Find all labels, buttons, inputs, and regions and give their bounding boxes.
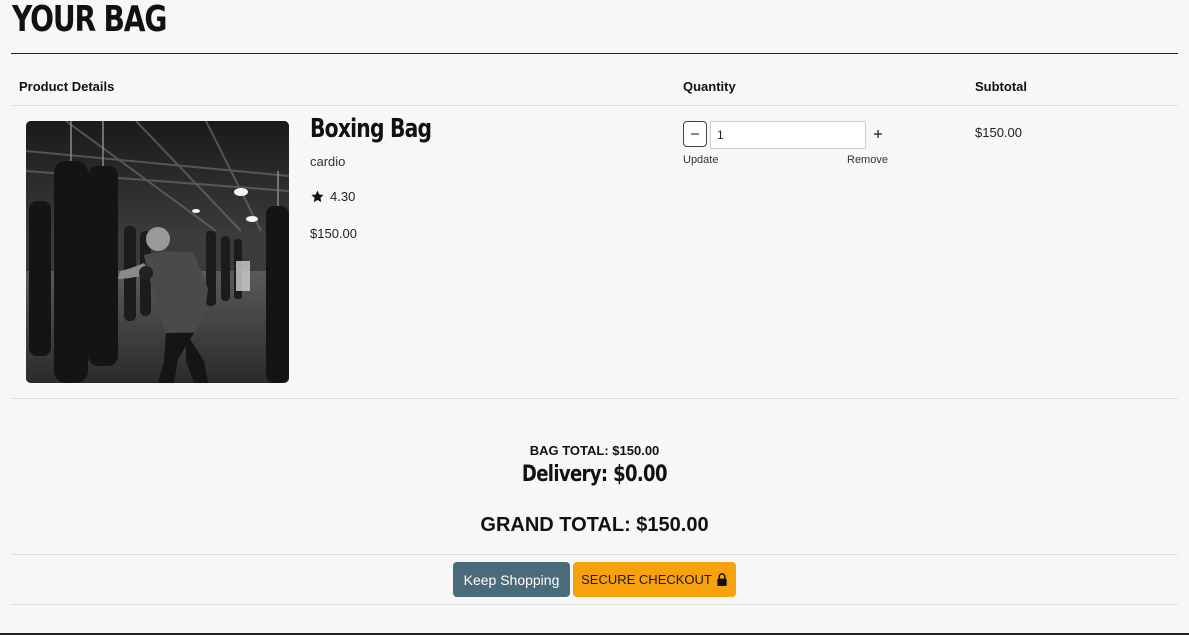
update-link[interactable]: Update	[683, 154, 718, 166]
delivery-text: Delivery: $0.00	[522, 462, 668, 487]
header-divider	[11, 105, 1178, 106]
star-icon	[311, 190, 324, 203]
grand-total: GRAND TOTAL: $150.00	[480, 514, 709, 536]
product-price: $150.00	[310, 226, 357, 241]
secure-checkout-button[interactable]: SECURE CHECKOUT	[573, 562, 736, 597]
page-title: YOUR BAG	[12, 0, 167, 40]
actions-divider	[11, 604, 1178, 605]
lock-icon	[717, 573, 727, 586]
quantity-input[interactable]	[710, 121, 866, 149]
product-name[interactable]: Boxing Bag	[310, 112, 432, 146]
row-divider	[11, 398, 1178, 399]
rating-value: 4.30	[330, 189, 356, 204]
totals-divider	[11, 554, 1178, 555]
header-quantity: Quantity	[683, 79, 736, 94]
minus-icon	[691, 133, 699, 135]
decrement-quantity-button[interactable]	[683, 121, 707, 147]
title-divider	[11, 53, 1178, 54]
product-rating: 4.30	[310, 189, 355, 204]
remove-link[interactable]: Remove	[847, 154, 888, 166]
header-product-details: Product Details	[19, 79, 115, 94]
header-subtotal: Subtotal	[975, 79, 1027, 94]
delivery-cost: Delivery: $0.00	[0, 462, 1189, 487]
keep-shopping-button[interactable]: Keep Shopping	[453, 562, 570, 597]
increment-quantity-button[interactable]	[871, 124, 885, 144]
bag-total: BAG TOTAL: $150.00	[529, 443, 660, 458]
boxing-gym-photo-icon	[26, 121, 289, 383]
product-category: cardio	[310, 154, 346, 169]
item-subtotal: $150.00	[975, 125, 1022, 140]
product-image[interactable]	[26, 121, 289, 383]
checkout-label: SECURE CHECKOUT	[581, 572, 712, 587]
shopping-bag-page: YOUR BAG Product Details Quantity Subtot…	[0, 0, 1189, 635]
plus-icon	[874, 130, 882, 138]
